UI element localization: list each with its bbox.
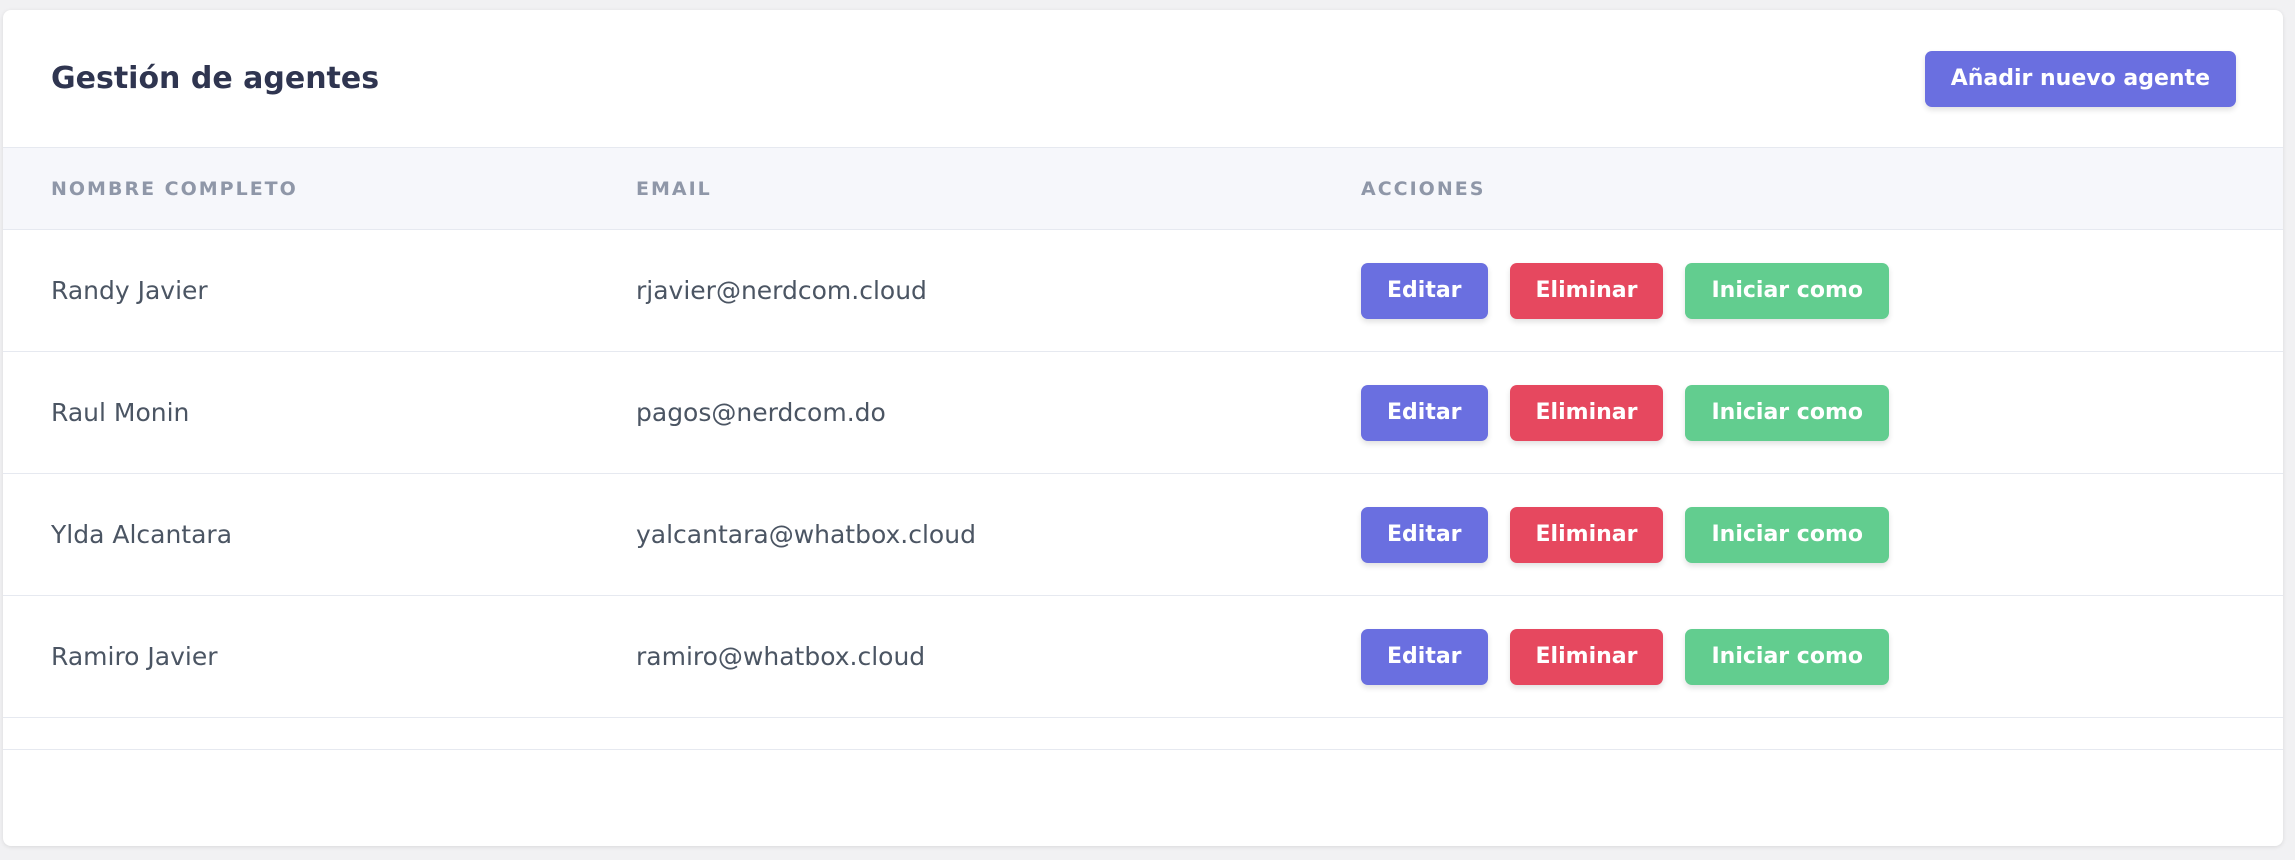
agent-name: Ylda Alcantara [51, 520, 233, 549]
row-actions: Editar Eliminar Iniciar como [1361, 385, 1889, 441]
agent-email: ramiro@whatbox.cloud [636, 642, 926, 671]
table-row: Raul Monin pagos@nerdcom.do Editar Elimi… [3, 352, 2283, 474]
edit-button[interactable]: Editar [1361, 385, 1488, 441]
card-header: Gestión de agentes Añadir nuevo agente [3, 10, 2283, 148]
column-header-actions: ACCIONES [1361, 178, 1486, 200]
edit-button[interactable]: Editar [1361, 507, 1488, 563]
row-actions: Editar Eliminar Iniciar como [1361, 629, 1889, 685]
page-title: Gestión de agentes [51, 61, 380, 96]
delete-button[interactable]: Eliminar [1509, 507, 1664, 563]
delete-button[interactable]: Eliminar [1509, 263, 1664, 319]
table-footer [3, 718, 2283, 750]
login-as-button[interactable]: Iniciar como [1685, 263, 1889, 319]
agent-email: rjavier@nerdcom.cloud [636, 276, 927, 305]
column-header-name: NOMBRE COMPLETO [51, 178, 298, 200]
agents-table: NOMBRE COMPLETO EMAIL ACCIONES Randy Jav… [3, 148, 2283, 750]
agents-card: Gestión de agentes Añadir nuevo agente N… [3, 10, 2283, 846]
delete-button[interactable]: Eliminar [1509, 629, 1664, 685]
edit-button[interactable]: Editar [1361, 263, 1488, 319]
table-row: Ramiro Javier ramiro@whatbox.cloud Edita… [3, 596, 2283, 718]
column-header-email: EMAIL [636, 178, 712, 200]
agent-name: Randy Javier [51, 276, 208, 305]
row-actions: Editar Eliminar Iniciar como [1361, 263, 1889, 319]
login-as-button[interactable]: Iniciar como [1685, 385, 1889, 441]
agent-email: pagos@nerdcom.do [636, 398, 886, 427]
agent-name: Ramiro Javier [51, 642, 218, 671]
edit-button[interactable]: Editar [1361, 629, 1488, 685]
agent-email: yalcantara@whatbox.cloud [636, 520, 976, 549]
table-header: NOMBRE COMPLETO EMAIL ACCIONES [3, 148, 2283, 230]
delete-button[interactable]: Eliminar [1509, 385, 1664, 441]
add-agent-button[interactable]: Añadir nuevo agente [1924, 51, 2236, 107]
login-as-button[interactable]: Iniciar como [1685, 629, 1889, 685]
table-row: Ylda Alcantara yalcantara@whatbox.cloud … [3, 474, 2283, 596]
row-actions: Editar Eliminar Iniciar como [1361, 507, 1889, 563]
table-row: Randy Javier rjavier@nerdcom.cloud Edita… [3, 230, 2283, 352]
login-as-button[interactable]: Iniciar como [1685, 507, 1889, 563]
agent-name: Raul Monin [51, 398, 190, 427]
